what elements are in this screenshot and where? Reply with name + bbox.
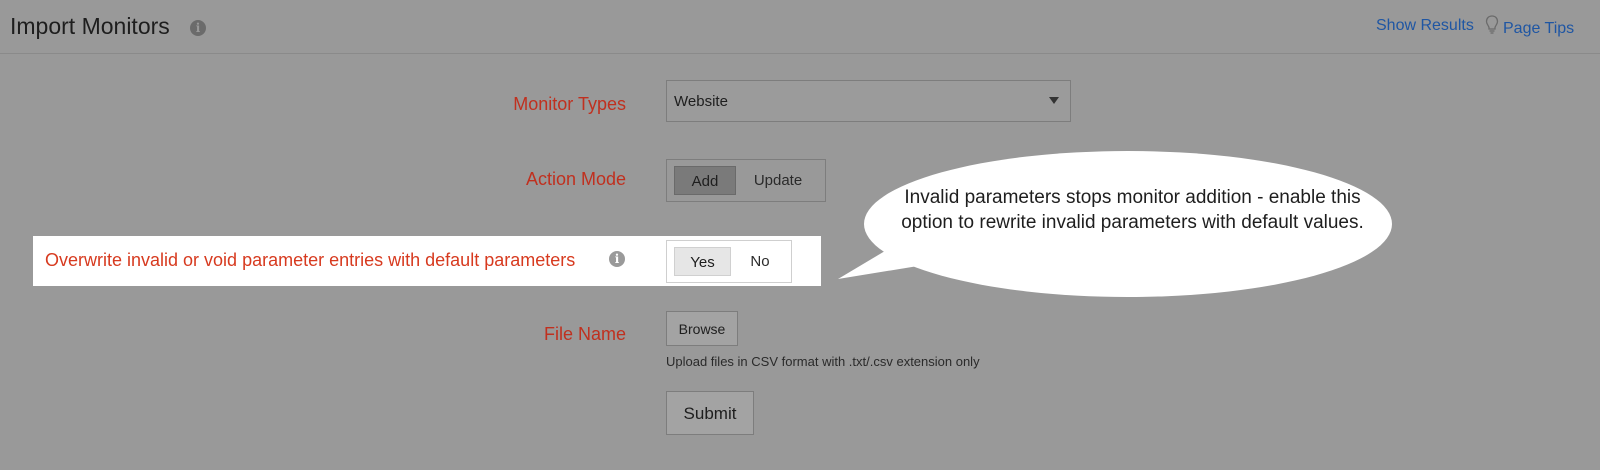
action-add-button[interactable]: Add	[674, 166, 736, 195]
submit-button[interactable]: Submit	[666, 391, 754, 435]
overwrite-label: Overwrite invalid or void parameter entr…	[45, 250, 576, 270]
action-mode-toggle: Add Update	[666, 159, 826, 202]
page-tips-label: Page Tips	[1503, 20, 1575, 37]
info-icon[interactable]: i	[609, 251, 625, 267]
overwrite-no-button[interactable]: No	[737, 247, 783, 276]
action-mode-label: Action Mode	[525, 169, 626, 189]
page-title: Import Monitors	[10, 13, 170, 39]
monitor-types-select[interactable]: Website	[666, 80, 1071, 122]
monitor-types-value: Website	[674, 93, 728, 110]
page-tips-link[interactable]: Page Tips	[1485, 15, 1574, 38]
overwrite-yes-button[interactable]: Yes	[674, 247, 731, 276]
overwrite-toggle: Yes No	[666, 240, 792, 283]
info-icon[interactable]: i	[190, 20, 206, 36]
callout-text: Invalid parameters stops monitor additio…	[901, 187, 1364, 233]
file-name-label: File Name	[543, 324, 626, 344]
lightbulb-icon	[1485, 15, 1499, 34]
overwrite-row-highlight: Overwrite invalid or void parameter entr…	[33, 236, 821, 286]
show-results-link[interactable]: Show Results	[1376, 17, 1474, 35]
browse-button[interactable]: Browse	[666, 311, 738, 346]
page-header: Import Monitors i Show Results Page Tips	[0, 0, 1600, 54]
chevron-down-icon	[1049, 97, 1059, 104]
monitor-types-label: Monitor Types	[513, 94, 626, 114]
action-update-button[interactable]: Update	[745, 166, 811, 195]
file-format-hint: Upload files in CSV format with .txt/.cs…	[666, 354, 980, 369]
